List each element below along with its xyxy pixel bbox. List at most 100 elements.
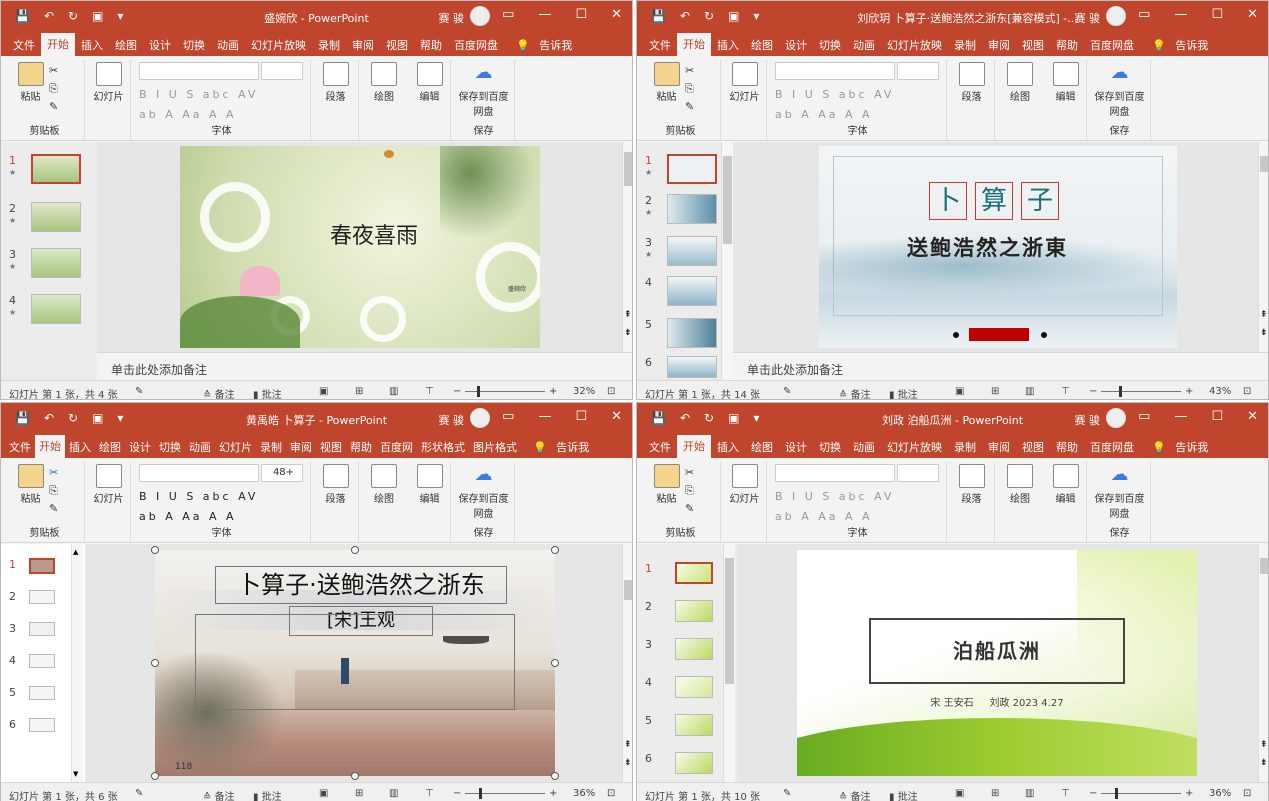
slide-sorter-icon[interactable]: ⊞	[355, 788, 363, 799]
next-slide-icon[interactable]: ⇟	[624, 758, 632, 768]
save-to-baidu-button[interactable]: ☁ 保存到百度网盘	[1093, 62, 1147, 118]
drawing-button[interactable]: 绘图	[1007, 62, 1033, 103]
tab-design[interactable]: 设计	[779, 439, 813, 455]
scroll-thumb[interactable]	[624, 580, 632, 600]
tab-file[interactable]: 文件	[5, 439, 35, 455]
scroll-thumb[interactable]	[723, 156, 732, 244]
user-name[interactable]: 赛 骏	[439, 412, 465, 428]
tab-transitions[interactable]: 切换	[155, 439, 185, 455]
tab-baidu[interactable]: 百度网盘	[1084, 439, 1140, 455]
tab-record[interactable]: 录制	[312, 37, 346, 53]
zoom-slider-thumb[interactable]	[479, 788, 482, 799]
fit-to-window-icon[interactable]: ⊡	[607, 788, 615, 799]
tab-help[interactable]: 帮助	[1050, 439, 1084, 455]
resize-handle[interactable]	[551, 659, 559, 667]
zoom-level[interactable]: 43%	[1209, 386, 1231, 397]
zoom-level[interactable]: 36%	[1209, 788, 1231, 799]
paragraph-button[interactable]: 段落	[958, 62, 985, 103]
close-icon[interactable]: ✕	[1247, 409, 1258, 424]
resize-handle[interactable]	[151, 546, 159, 554]
user-name[interactable]: 赛 骏	[1075, 10, 1101, 26]
slide-canvas[interactable]: 卜 算 子 送鲍浩然之浙東	[819, 146, 1177, 348]
title-box[interactable]: 卜 算 子	[929, 182, 1059, 220]
tab-insert[interactable]: 插入	[711, 439, 745, 455]
cut-icon[interactable]: ✂	[49, 466, 58, 479]
tab-insert[interactable]: 插入	[65, 439, 95, 455]
zoom-out-icon[interactable]: −	[1089, 788, 1097, 799]
slideshow-view-icon[interactable]: ⊤	[1061, 788, 1070, 799]
minimize-icon[interactable]: —	[538, 409, 551, 424]
prev-slide-icon[interactable]: ⇞	[624, 310, 632, 320]
tell-me-search[interactable]: 💡 告诉我	[1146, 37, 1220, 53]
tab-home[interactable]: 开始	[41, 33, 75, 56]
tab-transitions[interactable]: 切换	[813, 439, 847, 455]
normal-view-icon[interactable]: ▣	[319, 386, 328, 397]
notes-button[interactable]: ≙ 备注	[203, 386, 235, 399]
font-size-box[interactable]	[897, 62, 939, 80]
ribbon-display-icon[interactable]: ▭	[1138, 7, 1150, 22]
scroll-thumb[interactable]	[1260, 558, 1268, 574]
new-slide-button[interactable]: 幻灯片	[94, 62, 124, 103]
tab-review[interactable]: 审阅	[346, 37, 380, 53]
tab-animations[interactable]: 动画	[847, 37, 881, 53]
prev-slide-icon[interactable]: ⇞	[1260, 310, 1268, 320]
slide-canvas[interactable]: 泊船瓜洲 宋 王安石 刘政 2023 4.27	[797, 550, 1197, 776]
font-color-row[interactable]: ab A Aa A A	[139, 510, 237, 523]
accessibility-icon[interactable]: ✎	[783, 386, 791, 397]
scroll-thumb[interactable]	[725, 558, 734, 684]
tab-slideshow[interactable]: 幻灯片放映	[881, 439, 948, 455]
comments-button[interactable]: ▮ 批注	[889, 386, 918, 399]
tab-insert[interactable]: 插入	[711, 37, 745, 53]
tell-me-search[interactable]: 💡 告诉我	[1146, 439, 1220, 455]
slide-sorter-icon[interactable]: ⊞	[991, 386, 999, 397]
vertical-scrollbar[interactable]: ⇞ ⇟	[1258, 544, 1268, 782]
notes-pane[interactable]: 单击此处添加备注	[97, 352, 632, 380]
paragraph-button[interactable]: 段落	[322, 464, 349, 505]
comments-button[interactable]: ▮ 批注	[889, 788, 918, 801]
copy-icon[interactable]: ⎘	[49, 82, 58, 96]
paste-button[interactable]: 粘贴	[17, 464, 44, 505]
tab-review[interactable]: 审阅	[982, 37, 1016, 53]
tab-review[interactable]: 审阅	[982, 439, 1016, 455]
drawing-button[interactable]: 绘图	[1007, 464, 1033, 505]
slide-author[interactable]: 盛婉欣	[508, 284, 526, 293]
tab-file[interactable]: 文件	[643, 37, 677, 53]
slideshow-view-icon[interactable]: ⊤	[425, 788, 434, 799]
accessibility-icon[interactable]: ✎	[135, 788, 143, 799]
paste-button[interactable]: 粘贴	[653, 464, 680, 505]
tab-record[interactable]: 录制	[948, 37, 982, 53]
font-size-box[interactable]: 48+	[261, 464, 303, 482]
ribbon-display-icon[interactable]: ▭	[502, 409, 514, 424]
font-format-row[interactable]: B I U S abc AV	[775, 88, 894, 101]
tab-draw[interactable]: 绘图	[95, 439, 125, 455]
cut-icon[interactable]: ✂	[49, 64, 58, 77]
next-slide-icon[interactable]: ⇟	[1260, 328, 1268, 338]
editing-button[interactable]: 编辑	[416, 464, 443, 505]
zoom-in-icon[interactable]: +	[549, 788, 557, 799]
slide-title[interactable]: 卜算子·送鲍浩然之浙东	[215, 566, 507, 604]
prev-slide-icon[interactable]: ⇞	[1260, 740, 1268, 750]
tab-animations[interactable]: 动画	[211, 37, 245, 53]
tab-baidu[interactable]: 百度网盘	[448, 37, 504, 53]
tell-me-search[interactable]: 💡 告诉我	[527, 439, 601, 455]
font-color-row[interactable]: ab A Aa A A	[775, 510, 873, 523]
thumbnail-scrollbar[interactable]	[723, 544, 735, 782]
resize-handle[interactable]	[351, 546, 359, 554]
tab-home[interactable]: 开始	[677, 33, 711, 56]
vertical-scrollbar[interactable]: ⇞ ⇟	[622, 544, 632, 782]
slideshow-view-icon[interactable]: ⊤	[1061, 386, 1070, 397]
scroll-thumb[interactable]	[1260, 156, 1268, 172]
slide-sorter-icon[interactable]: ⊞	[991, 788, 999, 799]
tab-transitions[interactable]: 切换	[813, 37, 847, 53]
resize-handle[interactable]	[151, 772, 159, 780]
format-painter-icon[interactable]: ✎	[49, 502, 58, 515]
vertical-scrollbar[interactable]: ⇞ ⇟	[622, 142, 632, 352]
selected-picture-frame[interactable]	[195, 614, 515, 710]
tell-me-search[interactable]: 💡 告诉我	[510, 37, 584, 53]
font-format-row[interactable]: B I U S abc AV	[775, 490, 894, 503]
drawing-button[interactable]: 绘图	[371, 464, 397, 505]
resize-handle[interactable]	[351, 772, 359, 780]
normal-view-icon[interactable]: ▣	[955, 788, 964, 799]
zoom-in-icon[interactable]: +	[1185, 386, 1193, 397]
comments-button[interactable]: ▮ 批注	[253, 788, 282, 801]
